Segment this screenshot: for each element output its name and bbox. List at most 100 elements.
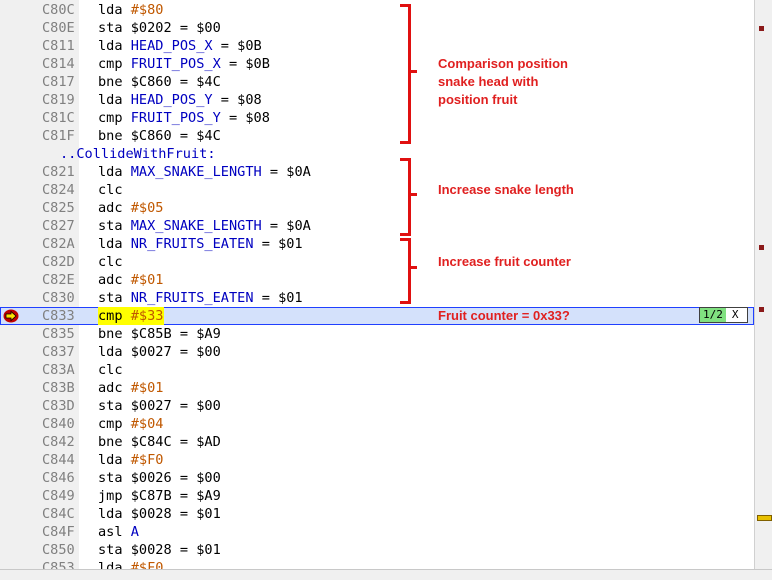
instruction-text: lda NR_FRUITS_EATEN = $01: [98, 235, 303, 253]
breakpoint-hit-counter[interactable]: 1/2 X: [699, 307, 748, 323]
instruction-token: sta: [98, 20, 131, 36]
instruction-address: C80E: [42, 20, 75, 36]
code-row[interactable]: C811 lda HEAD_POS_X = $0B: [0, 37, 754, 55]
code-row[interactable]: C814 cmp FRUIT_POS_X = $0B: [0, 55, 754, 73]
instruction-token: clc: [98, 254, 123, 270]
annotation-comparison-line2: snake head with: [438, 74, 539, 89]
counter-bracket-tick: [411, 266, 417, 269]
instruction-token: NR_FRUITS_EATEN: [130, 236, 254, 252]
instruction-token: adc: [98, 272, 131, 288]
instruction-token: sta: [98, 290, 131, 306]
code-row[interactable]: C830 sta NR_FRUITS_EATEN = $01: [0, 289, 754, 307]
code-row[interactable]: C840 cmp #$04: [0, 415, 754, 433]
close-counter-button[interactable]: X: [726, 308, 739, 322]
code-row[interactable]: C80E sta $0202 = $00: [0, 19, 754, 37]
instruction-address: C853: [42, 560, 75, 569]
instruction-text: bne $C860 = $4C: [98, 73, 221, 91]
code-row[interactable]: C844 lda #$F0: [0, 451, 754, 469]
instruction-text: clc: [98, 361, 123, 379]
code-row[interactable]: C817 bne $C860 = $4C: [0, 73, 754, 91]
code-row[interactable]: C83D sta $0027 = $00: [0, 397, 754, 415]
instruction-address: C83A: [42, 362, 75, 378]
code-row[interactable]: C827 sta MAX_SNAKE_LENGTH = $0A: [0, 217, 754, 235]
instruction-token: lda: [98, 506, 131, 522]
instruction-text: lda MAX_SNAKE_LENGTH = $0A: [98, 163, 311, 181]
instruction-text: bne $C860 = $4C: [98, 127, 221, 145]
instruction-token: cmp: [98, 416, 131, 432]
code-row[interactable]: C82E adc #$01: [0, 271, 754, 289]
instruction-token: $0026 = $00: [130, 470, 221, 486]
instruction-token: bne: [98, 128, 131, 144]
code-row[interactable]: C80C lda #$80: [0, 1, 754, 19]
code-row[interactable]: C84F asl A: [0, 523, 754, 541]
instruction-text: jmp $C87B = $A9: [98, 487, 221, 505]
instruction-token: = $0B: [212, 38, 262, 54]
code-row[interactable]: C825 adc #$05: [0, 199, 754, 217]
instruction-address: C849: [42, 488, 75, 504]
instruction-address: C833: [42, 308, 75, 324]
instruction-token: lda: [98, 236, 131, 252]
instruction-token: $C87B = $A9: [130, 488, 221, 504]
code-row[interactable]: C837 lda $0027 = $00: [0, 343, 754, 361]
instruction-token: lda: [98, 2, 131, 18]
instruction-token: lda: [98, 344, 131, 360]
instruction-token: sta: [98, 218, 131, 234]
current-instruction-row[interactable]: C833 cmp #$33: [0, 307, 754, 325]
instruction-token: sta: [98, 542, 131, 558]
code-row[interactable]: C821 lda MAX_SNAKE_LENGTH = $0A: [0, 163, 754, 181]
instruction-text: adc #$01: [98, 379, 164, 397]
disassembly-view[interactable]: C80C lda #$80 C80E sta $0202 = $00 C811 lda H…: [0, 0, 754, 569]
code-row[interactable]: C82D clc: [0, 253, 754, 271]
instruction-token: #$33: [130, 308, 164, 324]
instruction-text: sta MAX_SNAKE_LENGTH = $0A: [98, 217, 311, 235]
instruction-token: = $0B: [220, 56, 270, 72]
code-row[interactable]: C846 sta $0026 = $00: [0, 469, 754, 487]
instruction-text: clc: [98, 253, 123, 271]
instruction-token: = $01: [253, 290, 303, 306]
annotation-increase-length: Increase snake length: [438, 182, 574, 197]
instruction-address: C850: [42, 542, 75, 558]
instruction-address: C83D: [42, 398, 75, 414]
code-row[interactable]: C853 lda #$F0: [0, 559, 754, 569]
code-row[interactable]: C81C cmp FRUIT_POS_Y = $08: [0, 109, 754, 127]
instruction-text: lda $0028 = $01: [98, 505, 221, 523]
instruction-token: bne: [98, 326, 131, 342]
instruction-token: asl: [98, 524, 131, 540]
instruction-address: C814: [42, 56, 75, 72]
instruction-token: = $0A: [261, 218, 311, 234]
instruction-token: = $08: [220, 110, 270, 126]
code-row[interactable]: C835 bne $C85B = $A9: [0, 325, 754, 343]
code-row[interactable]: C83A clc: [0, 361, 754, 379]
scroll-marker: [759, 307, 764, 312]
instruction-address: C80C: [42, 2, 75, 18]
instruction-text: bne $C84C = $AD: [98, 433, 221, 451]
instruction-token: jmp: [98, 488, 131, 504]
instruction-address: C82D: [42, 254, 75, 270]
instruction-token: FRUIT_POS_Y: [130, 110, 221, 126]
scroll-position-marker: [757, 515, 772, 521]
code-row[interactable]: C849 jmp $C87B = $A9: [0, 487, 754, 505]
hit-index-label: 1/2: [700, 308, 726, 322]
instruction-token: $0202 = $00: [130, 20, 221, 36]
instruction-token: $0028 = $01: [130, 542, 221, 558]
code-row[interactable]: C81F bne $C860 = $4C: [0, 127, 754, 145]
code-row[interactable]: C819 lda HEAD_POS_Y = $08: [0, 91, 754, 109]
instruction-token: cmp: [98, 56, 131, 72]
instruction-token: lda: [98, 452, 131, 468]
instruction-text: adc #$05: [98, 199, 164, 217]
code-row[interactable]: C824 clc: [0, 181, 754, 199]
instruction-address: C827: [42, 218, 75, 234]
instruction-text: lda HEAD_POS_Y = $08: [98, 91, 262, 109]
code-row[interactable]: C82A lda NR_FRUITS_EATEN = $01: [0, 235, 754, 253]
instruction-text: adc #$01: [98, 271, 164, 289]
horizontal-scrollbar[interactable]: [0, 569, 772, 580]
label-row[interactable]: ..CollideWithFruit:: [0, 145, 754, 163]
instruction-address: C819: [42, 92, 75, 108]
vertical-scrollbar[interactable]: [754, 0, 772, 569]
instruction-token: #$F0: [130, 452, 164, 468]
code-row[interactable]: C83B adc #$01: [0, 379, 754, 397]
code-row[interactable]: C84C lda $0028 = $01: [0, 505, 754, 523]
code-row[interactable]: C842 bne $C84C = $AD: [0, 433, 754, 451]
instruction-text: bne $C85B = $A9: [98, 325, 221, 343]
code-row[interactable]: C850 sta $0028 = $01: [0, 541, 754, 559]
